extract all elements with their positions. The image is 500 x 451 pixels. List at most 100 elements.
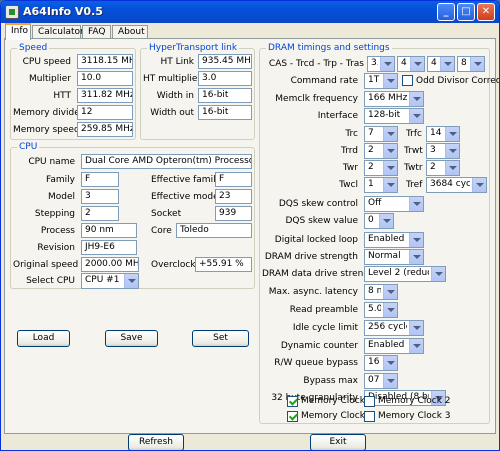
chevron-down-icon[interactable] — [383, 74, 397, 88]
chevron-down-icon[interactable] — [409, 321, 423, 335]
chevron-down-icon[interactable] — [431, 267, 445, 281]
drive-strength-label: DRAM drive strength — [264, 252, 358, 262]
close-icon[interactable]: ✕ — [477, 3, 495, 21]
dll-label: Digital locked loop — [274, 235, 358, 245]
chevron-down-icon[interactable] — [409, 197, 423, 211]
twr-dropdown[interactable]: 2 — [364, 160, 398, 176]
chevron-down-icon[interactable] — [383, 161, 397, 175]
chevron-down-icon[interactable] — [383, 285, 397, 299]
save-button[interactable]: Save — [105, 330, 158, 347]
chevron-down-icon[interactable] — [383, 356, 397, 370]
memory-clock-3-checkbox[interactable] — [364, 411, 375, 422]
effective-family-label: Effective family — [151, 175, 221, 185]
twcl-dropdown[interactable]: 1 — [364, 177, 398, 193]
set-button[interactable]: Set — [192, 330, 249, 347]
spinner-arrows-icon[interactable] — [379, 214, 393, 228]
chevron-down-icon[interactable] — [383, 178, 397, 192]
chevron-down-icon[interactable] — [440, 57, 454, 71]
twtr-label: Twtr — [404, 163, 423, 173]
minimize-icon[interactable]: _ — [437, 3, 455, 21]
twtr-dropdown[interactable]: 2 — [426, 160, 460, 176]
trc-label: Trc — [345, 129, 358, 139]
tref-label: Tref — [406, 180, 423, 190]
chevron-down-icon[interactable] — [383, 303, 397, 317]
chevron-down-icon[interactable] — [383, 144, 397, 158]
command-rate-label: Command rate — [290, 76, 358, 86]
twr-label: Twr — [342, 163, 358, 173]
chevron-down-icon[interactable] — [445, 161, 459, 175]
tab-about[interactable]: About — [112, 25, 148, 39]
max-async-dropdown[interactable]: 8 ns — [364, 284, 398, 300]
window-title: A64Info V0.5 — [23, 5, 103, 18]
socket-label: Socket — [151, 209, 182, 219]
chevron-down-icon[interactable] — [445, 144, 459, 158]
tref-dropdown[interactable]: 3684 cycles — [426, 177, 487, 193]
cpu-legend: CPU — [17, 142, 40, 152]
memory-divider-field: 12 — [77, 105, 133, 120]
chevron-down-icon[interactable] — [409, 233, 423, 247]
dll-dropdown[interactable]: Enabled — [364, 232, 424, 248]
odd-divisor-label: Odd Divisor Correct — [416, 76, 500, 86]
dynamic-counter-dropdown[interactable]: Enabled — [364, 338, 424, 354]
info-panel: Speed CPU speed 3118.15 MHz Multiplier 1… — [4, 38, 499, 434]
trc-dropdown[interactable]: 7 — [364, 126, 398, 142]
multiplier-field: 10.0 — [77, 71, 133, 86]
memclk-dropdown[interactable]: 166 MHz — [364, 91, 424, 107]
multiplier-label: Multiplier — [29, 74, 71, 84]
process-label: Process — [40, 226, 75, 236]
chevron-down-icon[interactable] — [409, 339, 423, 353]
chevron-down-icon[interactable] — [383, 127, 397, 141]
chevron-down-icon[interactable] — [409, 109, 423, 123]
memory-clock-1-checkbox[interactable] — [287, 411, 298, 422]
bypass-max-dropdown[interactable]: 07 x — [364, 373, 398, 389]
memory-divider-label: Memory divider — [13, 108, 84, 118]
select-cpu-dropdown[interactable]: CPU #1 — [81, 273, 139, 289]
rw-queue-label: R/W queue bypass — [274, 358, 358, 368]
tab-faq[interactable]: FAQ — [82, 25, 111, 39]
chevron-down-icon[interactable] — [380, 57, 394, 71]
chevron-down-icon[interactable] — [383, 374, 397, 388]
overclock-label: Overclock — [151, 260, 196, 270]
dqs-skew-value-spinner[interactable]: 0 — [364, 213, 394, 229]
memory-clock-3-label: Memory Clock 3 — [378, 411, 451, 421]
read-preamble-label: Read preamble — [289, 305, 358, 315]
trrd-dropdown[interactable]: 2 — [364, 143, 398, 159]
odd-divisor-checkbox[interactable] — [402, 75, 413, 86]
memory-clock-2-checkbox[interactable] — [364, 396, 375, 407]
ht-link-label: HT Link — [160, 57, 194, 67]
load-button[interactable]: Load — [17, 330, 70, 347]
idle-cycle-dropdown[interactable]: 256 cycles — [364, 320, 424, 336]
trfc-dropdown[interactable]: 14 — [426, 126, 460, 142]
dqs-skew-value-label: DQS skew value — [285, 216, 358, 226]
rw-queue-dropdown[interactable]: 16 x — [364, 355, 398, 371]
chevron-down-icon[interactable] — [124, 274, 138, 288]
exit-button[interactable]: Exit — [310, 434, 366, 450]
chevron-down-icon[interactable] — [472, 178, 486, 192]
tab-info[interactable]: Info — [5, 23, 31, 40]
chevron-down-icon[interactable] — [445, 127, 459, 141]
dram-legend: DRAM timings and settings — [266, 43, 392, 53]
trcd-dropdown[interactable]: 4 — [397, 56, 425, 72]
tras-dropdown[interactable]: 8 — [457, 56, 485, 72]
read-preamble-dropdown[interactable]: 5.0 ns — [364, 302, 398, 318]
refresh-button[interactable]: Refresh — [128, 434, 184, 450]
cas-dropdown[interactable]: 3.0 — [367, 56, 395, 72]
trwt-dropdown[interactable]: 3 — [426, 143, 460, 159]
chevron-down-icon[interactable] — [409, 250, 423, 264]
chevron-down-icon[interactable] — [410, 57, 424, 71]
memory-clock-2-label: Memory Clock 2 — [378, 396, 451, 406]
memory-clock-0-checkbox[interactable] — [287, 396, 298, 407]
trfc-label: Trfc — [406, 129, 422, 139]
dqs-skew-control-dropdown[interactable]: Off — [364, 196, 424, 212]
htt-field: 311.82 MHz — [77, 88, 133, 103]
chevron-down-icon[interactable] — [409, 92, 423, 106]
tab-calculator[interactable]: Calculator — [32, 25, 84, 39]
data-drive-strength-dropdown[interactable]: Level 2 (reduce 30%) — [364, 266, 446, 282]
chevron-down-icon[interactable] — [470, 57, 484, 71]
interface-dropdown[interactable]: 128-bit — [364, 108, 424, 124]
drive-strength-dropdown[interactable]: Normal — [364, 249, 424, 265]
command-rate-dropdown[interactable]: 1T — [364, 73, 398, 89]
maximize-icon[interactable]: □ — [457, 3, 475, 21]
title-bar[interactable]: A64Info V0.5 _ □ ✕ — [1, 1, 499, 23]
trp-dropdown[interactable]: 4 — [427, 56, 455, 72]
